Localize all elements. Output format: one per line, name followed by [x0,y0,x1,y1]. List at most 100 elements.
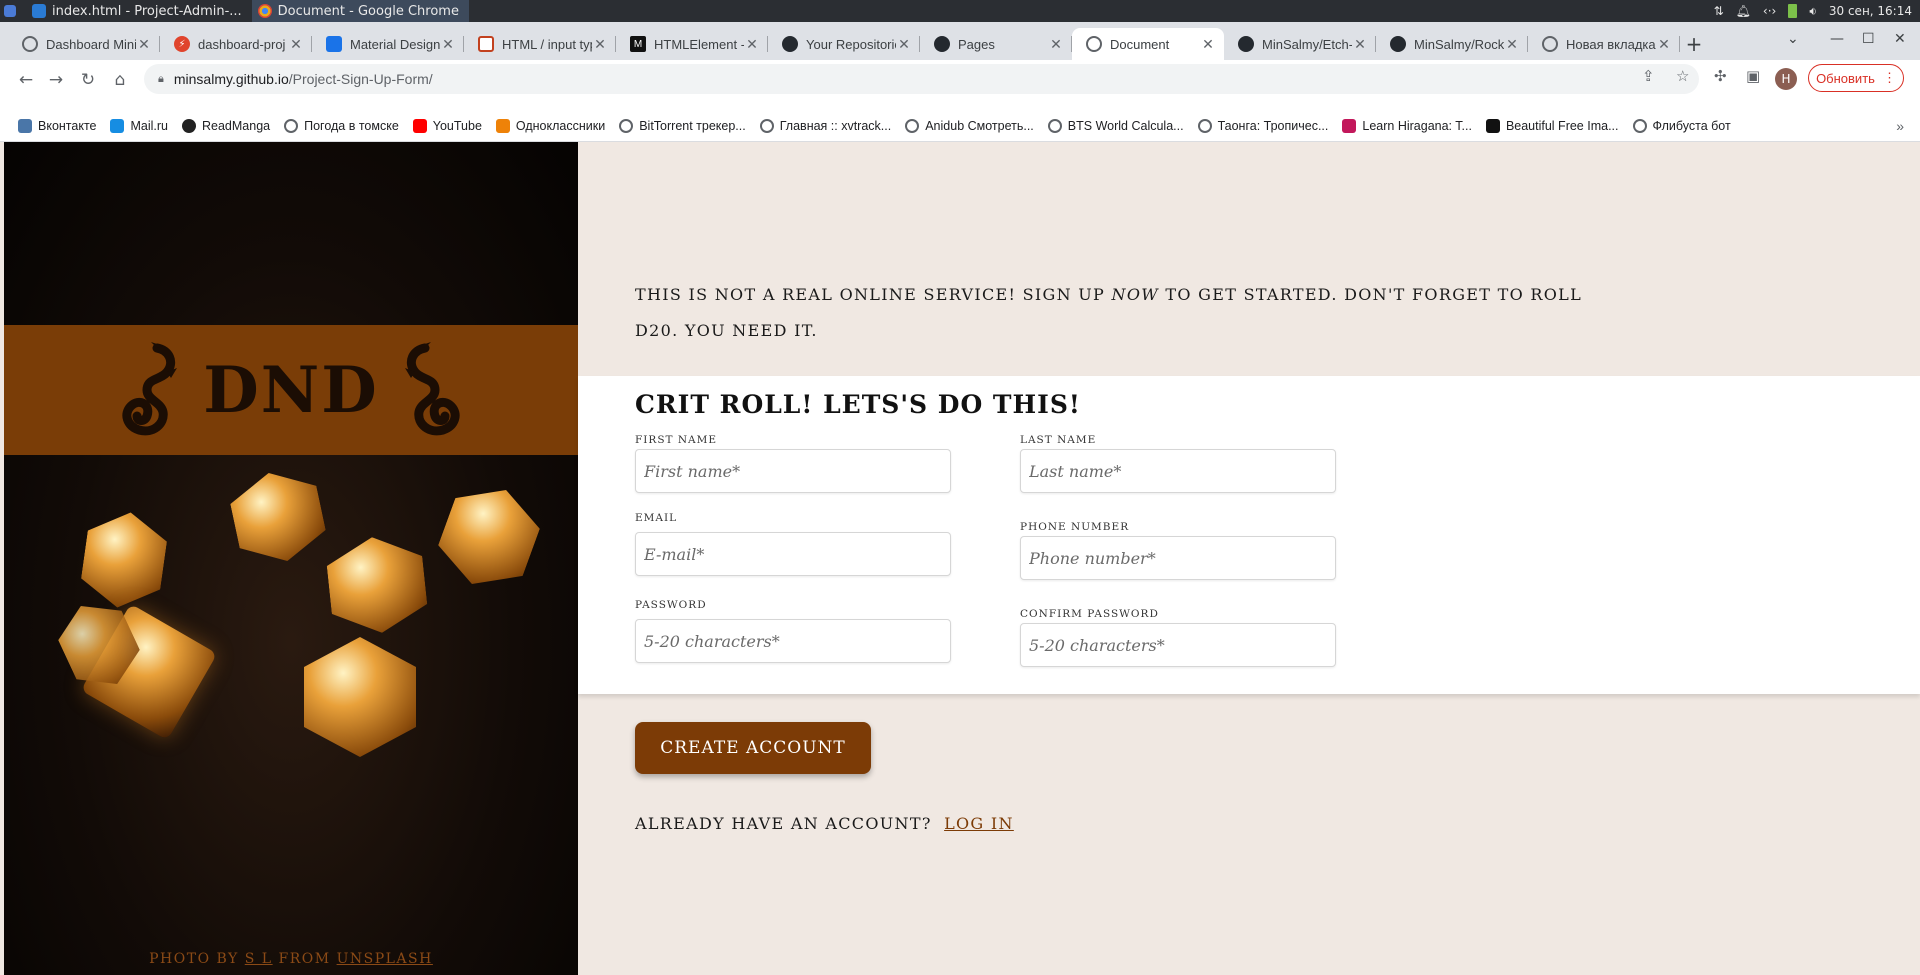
taskbar-app-chrome[interactable]: Document - Google Chrome [251,0,469,22]
html-icon [478,36,494,52]
home-icon[interactable]: ⌂ [108,69,132,91]
update-button[interactable]: Обновить ⋮ [1808,64,1904,92]
dice-image [430,475,549,600]
dice-image [304,637,416,757]
chrome-icon [1542,36,1558,52]
window-close-icon[interactable]: ✕ [1894,26,1906,52]
avatar[interactable]: Н [1775,68,1797,90]
maximize-icon[interactable]: ☐ [1862,26,1875,52]
close-icon[interactable]: ✕ [1352,36,1368,53]
login-prompt: Already have an account? Log in [635,814,1014,833]
taskbar-app-vscode[interactable]: index.html - Project-Admin-... [26,0,252,22]
tab-dashboard-mini[interactable]: Dashboard Mini ✕ [8,28,160,60]
tab-html-input-type[interactable]: HTML / input type✕ [464,28,616,60]
intro-emphasis: now [1111,285,1159,304]
tab-document[interactable]: Document ✕ [1072,28,1224,60]
bookmark-readmanga[interactable]: ReadManga [182,118,270,133]
tab-htmlelement[interactable]: M HTMLElement - ✕ [616,28,768,60]
close-icon[interactable]: ✕ [1200,36,1216,53]
tab-minsalmy-rock[interactable]: MinSalmy/Rock ✕ [1376,28,1528,60]
extensions-puzzle-icon[interactable]: ✣ [1714,67,1727,85]
os-taskbar: index.html - Project-Admin-... Document … [0,0,1920,22]
clock[interactable]: 30 сен, 16:14 [1829,4,1912,18]
bookmark-youtube[interactable]: YouTube [412,118,482,133]
vk-icon [18,118,32,133]
new-tab-plus-icon[interactable]: + [1680,28,1708,60]
logo-text: DND [203,352,379,428]
mdn-icon: M [630,36,646,52]
bookmark-bts-calculator[interactable]: BTS World Calcula... [1047,118,1184,133]
tab-search-chevron-icon[interactable]: ⌄ [1787,26,1799,52]
globe-icon [905,118,920,133]
confirm-password-group: Confirm password [1020,608,1336,667]
system-menu-icon[interactable] [4,5,16,17]
globe-icon [1632,118,1647,133]
last-name-field[interactable] [1020,449,1336,493]
bookmark-weather[interactable]: Погода в томске [284,118,399,133]
close-icon[interactable]: ✕ [136,36,152,53]
close-icon[interactable]: ✕ [896,36,912,53]
confirm-password-field[interactable] [1020,623,1336,667]
signup-form: Crit Roll! Lets's do this! First name La… [578,376,1920,694]
mailru-icon [110,118,125,133]
tab-pages[interactable]: Pages ✕ [920,28,1072,60]
close-icon[interactable]: ✕ [1504,36,1520,53]
bookmark-odnoklassniki[interactable]: Одноклассники [495,118,605,133]
close-icon[interactable]: ✕ [744,36,760,53]
tab-strip: Dashboard Mini ✕ ⚡︎ dashboard-proj ✕ Materi… [0,22,1920,60]
tab-your-repositories[interactable]: Your Repositories✕ [768,28,920,60]
email-group: Email [635,512,951,576]
close-icon[interactable]: ✕ [1656,36,1672,53]
photo-author-link[interactable]: S L [245,951,273,967]
bookmark-learn-hiragana[interactable]: Learn Hiragana: T... [1342,118,1472,133]
unsplash-link[interactable]: UNSPLASH [337,951,433,967]
close-icon[interactable]: ✕ [288,36,304,53]
side-panel-icon[interactable]: ▣ [1746,67,1760,85]
bookmark-taonga[interactable]: Таонга: Тропичес... [1197,118,1328,133]
network-icon[interactable]: ⇅ [1714,4,1724,18]
bookmark-flibusta[interactable]: Флибуста бот [1632,118,1731,133]
reload-icon[interactable]: ↻ [76,69,100,91]
tab-minsalmy-etch[interactable]: MinSalmy/Etch- ✕ [1224,28,1376,60]
phone-field[interactable] [1020,536,1336,580]
chrome-icon [257,4,272,18]
github-icon [782,36,798,52]
bookmark-bittorrent[interactable]: BitTorrent трекер... [619,118,746,133]
bookmark-xvtrack[interactable]: Главная :: xvtrack... [759,118,891,133]
intro-text: This is not a real online service! Sign … [635,285,1583,340]
forward-arrow-icon[interactable]: → [44,69,68,91]
close-icon[interactable]: ✕ [592,36,608,53]
dragon-left-icon [122,342,178,436]
globe-icon [1197,118,1212,133]
kdeconnect-icon[interactable]: ‹·› [1763,4,1776,18]
lock-icon[interactable]: 🔒︎ [158,73,164,86]
globe-icon [1047,118,1062,133]
email-field[interactable] [635,532,951,576]
more-bookmarks-chevron-icon[interactable]: » [1896,118,1904,134]
hiragana-icon [1342,118,1357,133]
tab-new-tab[interactable]: Новая вкладка ✕ [1528,28,1680,60]
bookmark-vkontakte[interactable]: Вконтакте [18,118,96,133]
close-icon[interactable]: ✕ [440,36,456,53]
bookmark-free-images[interactable]: Beautiful Free Ima... [1485,118,1619,133]
back-arrow-icon[interactable]: ← [14,69,38,91]
odnoklassniki-icon [495,118,510,133]
minimize-icon[interactable]: — [1830,26,1844,52]
close-icon[interactable]: ✕ [1048,36,1064,53]
password-field[interactable] [635,619,951,663]
address-bar[interactable]: 🔒︎ minsalmy.github.io/Project-Sign-Up-Fo… [144,64,1699,94]
bookmark-star-icon[interactable]: ☆ [1676,67,1689,85]
tab-material-design[interactable]: Material Design ✕ [312,28,464,60]
login-link[interactable]: Log in [944,814,1014,833]
notification-bell-icon[interactable]: 🔔︎ [1736,4,1751,18]
bookmark-mailru[interactable]: Mail.ru [110,118,168,133]
first-name-field[interactable] [635,449,951,493]
share-icon[interactable]: ⇪ [1642,67,1655,85]
battery-icon[interactable] [1788,4,1798,18]
create-account-button[interactable]: Create account [635,722,871,774]
tab-dashboard-proj[interactable]: ⚡︎ dashboard-proj ✕ [160,28,312,60]
volume-icon[interactable]: 🔉︎ [1809,4,1817,19]
bookmarks-bar: Вконтакте Mail.ru ReadManga Погода в том… [0,110,1920,142]
bookmark-anidub[interactable]: Anidub Смотреть... [905,118,1034,133]
email-label: Email [635,512,678,524]
